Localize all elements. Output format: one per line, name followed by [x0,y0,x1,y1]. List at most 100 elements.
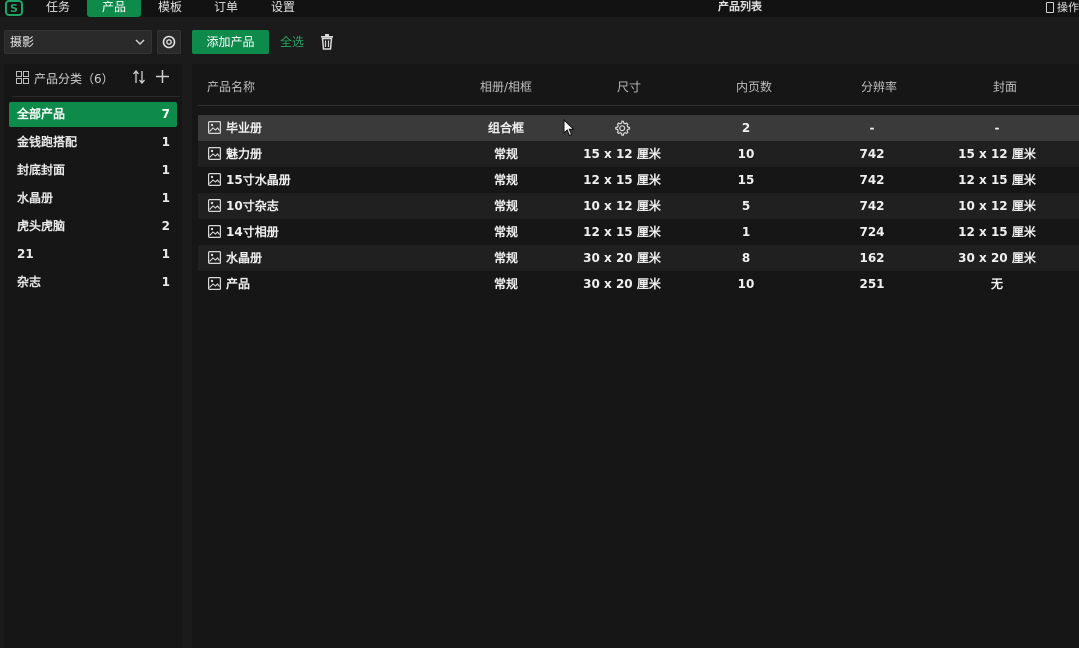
cell-name: 毕业册 [226,121,263,135]
category-select[interactable]: 摄影 [4,30,152,54]
grid-icon [16,71,29,84]
toolbar: 摄影 添加产品 全选 [0,18,1079,64]
category-item[interactable]: 虎头虎脑 2 [9,214,177,239]
cell-pages: 2 [741,121,751,135]
category-count: 7 [161,107,170,121]
trash-icon[interactable] [319,33,335,51]
category-settings-button[interactable] [157,30,181,54]
category-count: 1 [161,275,170,289]
category-select-value: 摄影 [10,35,35,49]
category-sidebar: 产品分类（6） 全部产品 7 金钱跑搭配 1 封底封面 1 水晶册 1 虎头虎脑 2 21… [4,64,182,648]
table-row[interactable]: 14寸相册 常规 12 x 15 厘米 1 724 12 x 15 厘米 [198,219,1079,245]
header-pages[interactable]: 内页数 [714,78,794,95]
panel-icon [1046,2,1054,13]
cell-cover: 30 x 20 厘米 [958,251,1036,265]
cell-size: 12 x 15 厘米 [583,225,661,239]
image-icon [208,147,221,160]
table-row[interactable]: 15寸水晶册 常规 12 x 15 厘米 15 742 12 x 15 厘米 [198,167,1079,193]
cell-resolution: 742 [859,199,885,213]
cell-cover: 无 [990,277,1003,291]
category-item[interactable]: 21 1 [9,242,177,267]
add-product-button[interactable]: 添加产品 [192,30,269,54]
category-list: 全部产品 7 金钱跑搭配 1 封底封面 1 水晶册 1 虎头虎脑 2 21 1 杂志 1 [9,102,177,298]
category-count: 2 [161,219,170,233]
cell-size: 30 x 20 厘米 [583,277,661,291]
category-label: 金钱跑搭配 [17,135,78,149]
menu-orders[interactable]: 订单 [206,0,246,17]
window-title: 产品列表 [718,0,762,13]
menu-products[interactable]: 产品 [87,0,141,17]
cell-resolution: 251 [859,277,885,291]
category-label: 21 [17,247,34,261]
cell-pages: 5 [741,199,751,213]
cell-name: 魅力册 [226,147,263,161]
cell-pages: 15 [737,173,755,187]
category-label: 虎头虎脑 [17,219,66,233]
table-row[interactable]: 10寸杂志 常规 10 x 12 厘米 5 742 10 x 12 厘米 [198,193,1079,219]
ops-button[interactable]: 操作 [1046,0,1079,15]
category-item[interactable]: 杂志 1 [9,270,177,295]
cell-cover: 12 x 15 厘米 [958,225,1036,239]
table-row[interactable]: 魅力册 常规 15 x 12 厘米 10 742 15 x 12 厘米 [198,141,1079,167]
menu-tasks[interactable]: 任务 [38,0,78,17]
table-row[interactable]: 产品 常规 30 x 20 厘米 10 251 无 [198,271,1079,297]
category-item[interactable]: 金钱跑搭配 1 [9,130,177,155]
cell-album: 常规 [493,225,518,239]
cursor-icon [563,119,575,137]
cell-pages: 8 [741,251,751,265]
category-count: 1 [161,247,170,261]
header-resolution[interactable]: 分辨率 [839,78,919,95]
image-icon [208,199,221,212]
ops-label: 操作 [1057,0,1079,14]
table-header: 产品名称 相册/相框 尺寸 内页数 分辨率 封面 [192,64,1079,105]
category-item[interactable]: 水晶册 1 [9,186,177,211]
cell-name: 14寸相册 [226,225,279,239]
cell-name: 15寸水晶册 [226,173,291,187]
image-icon [208,277,221,290]
cell-resolution: 724 [859,225,885,239]
cell-cover: 15 x 12 厘米 [958,147,1036,161]
image-icon [208,173,221,186]
cell-album: 组合框 [487,121,524,135]
category-label: 封底封面 [17,163,66,177]
category-item[interactable]: 全部产品 7 [9,102,177,127]
cell-name: 水晶册 [226,251,263,265]
gear-icon[interactable] [613,119,631,137]
header-album[interactable]: 相册/相框 [456,78,556,95]
sidebar-title: 产品分类（6） [34,72,114,86]
plus-icon[interactable] [155,69,170,84]
product-table: 产品名称 相册/相框 尺寸 内页数 分辨率 封面 毕业册 组合框 2 - - 魅… [192,64,1079,648]
menu-settings[interactable]: 设置 [263,0,303,17]
category-count: 1 [161,163,170,177]
cell-pages: 1 [741,225,751,239]
category-item[interactable]: 封底封面 1 [9,158,177,183]
header-name[interactable]: 产品名称 [207,78,255,95]
cell-name: 产品 [226,277,251,291]
cell-album: 常规 [493,251,518,265]
sidebar-divider [12,96,180,97]
sort-icon[interactable] [132,70,146,84]
cell-resolution: 162 [859,251,885,265]
category-count: 1 [161,191,170,205]
category-label: 全部产品 [17,107,66,121]
category-label: 杂志 [17,275,42,289]
header-cover[interactable]: 封面 [955,78,1055,95]
sidebar-header: 产品分类（6） [4,64,182,96]
category-count: 1 [161,135,170,149]
table-row[interactable]: 水晶册 常规 30 x 20 厘米 8 162 30 x 20 厘米 [198,245,1079,271]
gear-icon [162,35,176,49]
cell-pages: 10 [737,147,755,161]
image-icon [208,121,221,134]
cell-pages: 10 [737,277,755,291]
cell-size: 12 x 15 厘米 [583,173,661,187]
cell-resolution: 742 [859,173,885,187]
header-size[interactable]: 尺寸 [579,78,679,95]
menu-templates[interactable]: 模板 [150,0,190,17]
app-logo-icon: S [5,0,23,16]
chevron-down-icon [135,39,145,46]
table-row[interactable]: 毕业册 组合框 2 - - [198,115,1079,141]
image-icon [208,225,221,238]
cell-album: 常规 [493,199,518,213]
cell-name: 10寸杂志 [226,199,279,213]
select-all-button[interactable]: 全选 [280,30,304,54]
